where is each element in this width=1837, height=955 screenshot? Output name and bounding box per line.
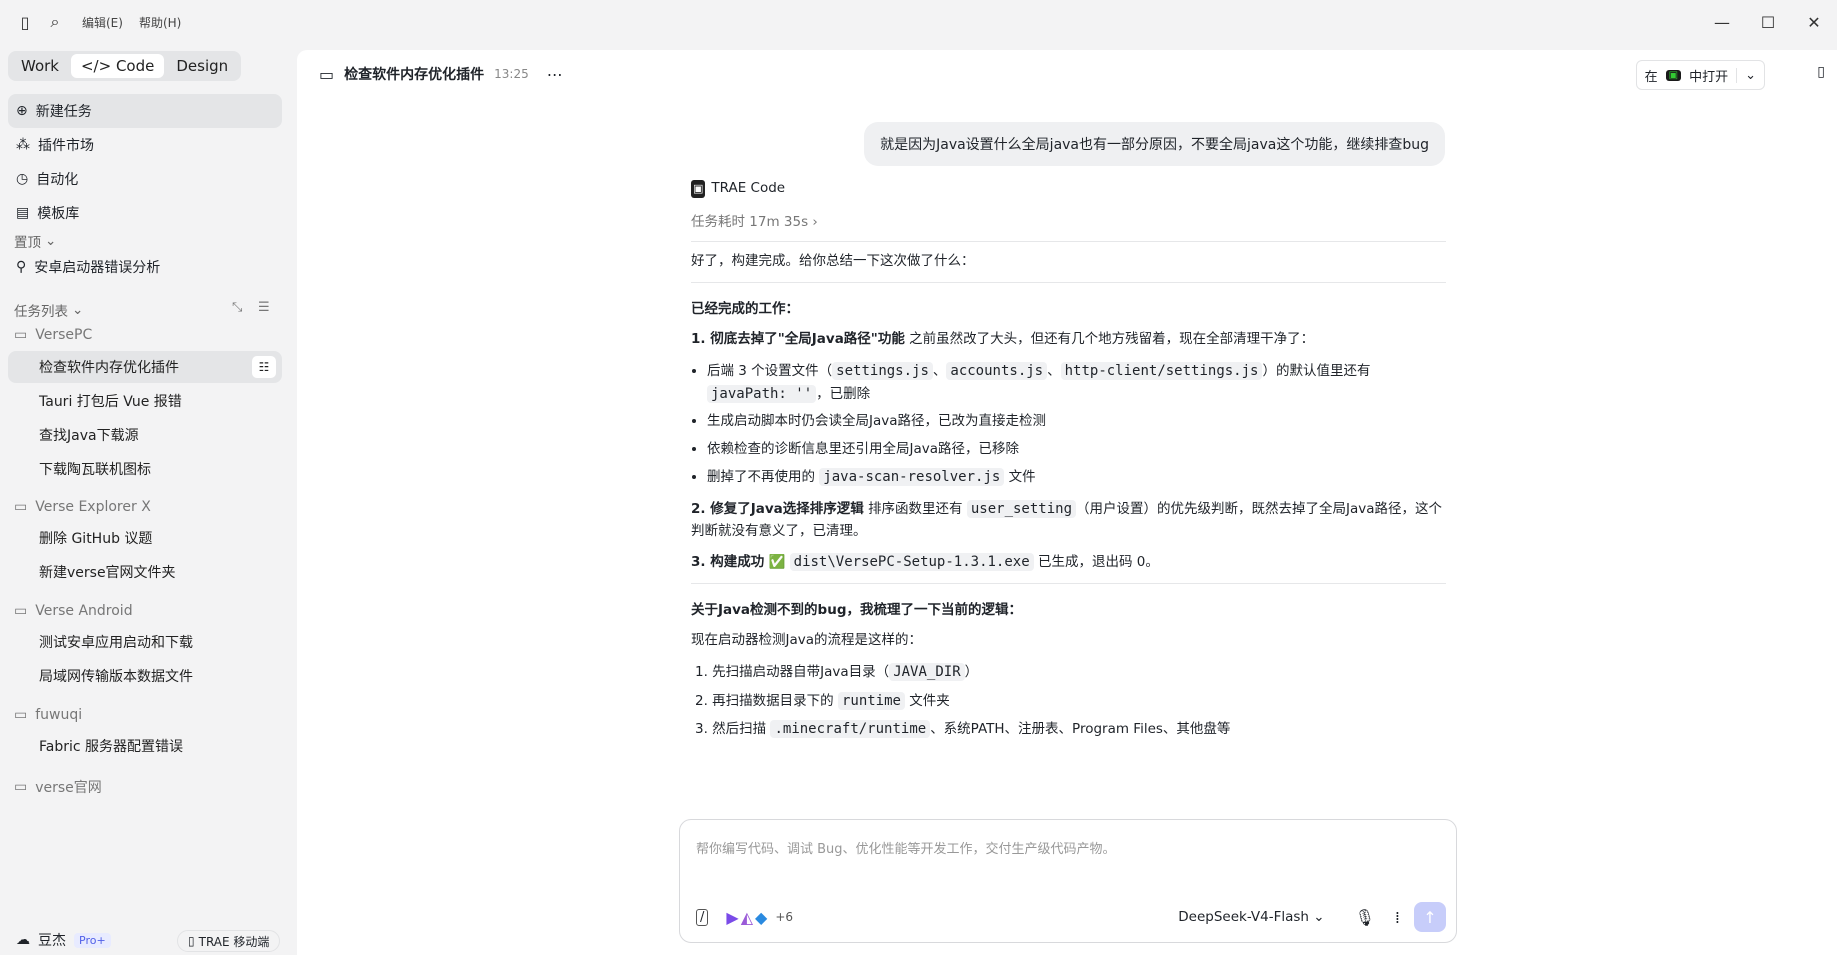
video-icon: ▶ (726, 907, 739, 927)
user-profile[interactable]: ☁ 豆杰 Pro+ (16, 930, 111, 950)
chat-placeholder: 帮你编写代码、调试 Bug、优化性能等开发工作，交付生产级代码产物。 (696, 842, 1116, 857)
chevron-down-icon[interactable]: ⌄ (1736, 67, 1764, 83)
group-verse-explorer[interactable]: ▭ Verse Explorer X (14, 499, 151, 515)
group-verse-android[interactable]: ▭ Verse Android (14, 603, 133, 619)
nav-templates[interactable]: ▤ 模板库 (8, 196, 282, 230)
model-selector[interactable]: DeepSeek-V4-Flash ⌄ (1178, 909, 1324, 925)
folder-icon: ▭ (14, 779, 28, 795)
chevron-down-icon: ⌄ (45, 233, 57, 249)
avatar: ☁ (16, 932, 30, 948)
mic-icon[interactable]: 🎙 (1355, 908, 1375, 927)
task-item[interactable]: Tauri 打包后 Vue 报错 (8, 385, 282, 417)
close-icon[interactable]: ✕ (1791, 0, 1837, 44)
mode-design[interactable]: Design (166, 54, 238, 78)
sidebar: Work </> Code Design ⊕ 新建任务 ⁂ 插件市场 ◷ 自动化 ▤ 模… (0, 44, 297, 955)
agent-header: ▣ TRAE Code (691, 180, 786, 198)
chat-icon: ▭ (319, 64, 335, 84)
folder-icon: ▭ (14, 327, 28, 343)
app-icon: ▣ (1665, 69, 1682, 81)
task-item[interactable]: 局域网传输版本数据文件 (8, 660, 282, 692)
flow-text: 现在启动器检测Java的流程是这样的： (691, 632, 923, 649)
point-1-list: 后端 3 个设置文件（settings.js、accounts.js、http-… (707, 360, 1446, 489)
skills-button[interactable]: ▶ ◭ ◆ +6 (726, 908, 793, 927)
task-item[interactable]: 查找Java下载源 (8, 419, 282, 451)
menu-edit[interactable]: 编辑(E) (82, 14, 123, 31)
intro-text: 好了，构建完成。给你总结一下这次做了什么： (691, 253, 975, 270)
bug-title: 关于Java检测不到的bug，我梳理了一下当前的逻辑： (691, 601, 1022, 618)
group-fuwuqi[interactable]: ▭ fuwuqi (14, 707, 82, 723)
sidebar-toggle-icon[interactable]: ▯ (10, 7, 40, 37)
pin-icon: ⚲ (16, 259, 27, 275)
pinned-item[interactable]: ⚲ 安卓启动器错误分析 (8, 250, 282, 284)
maximize-icon[interactable]: ☐ (1745, 0, 1791, 44)
nav-plugins[interactable]: ⁂ 插件市场 (8, 128, 282, 162)
mode-code[interactable]: </> Code (70, 54, 165, 78)
folder-icon: ▭ (14, 499, 28, 515)
plus-circle-icon: ⊕ (16, 103, 28, 119)
point-3: 3. 构建成功 ✅ dist\VersePC-Setup-1.3.1.exe 已… (691, 553, 1159, 572)
open-in-button[interactable]: 在 ▣ 中打开 ⌄ (1635, 60, 1765, 90)
group-versepc[interactable]: ▭ VersePC (14, 327, 92, 343)
task-item[interactable]: 测试安卓应用启动和下载 (8, 626, 282, 658)
chat-panel: ▭ 检查软件内存优化插件 13:25 ⋯ 在 ▣ 中打开 ⌄ ▯ 就是因为Java设置… (297, 50, 1837, 955)
outline-icon[interactable]: ☷ (252, 356, 276, 378)
pro-badge: Pro+ (74, 932, 111, 948)
template-icon: ▤ (16, 205, 30, 221)
search-icon[interactable]: ⌕ (40, 7, 70, 37)
point-1: 1. 彻底去掉了"全局Java路径"功能 之前虽然改了大头，但还有几个地方残留着… (691, 331, 1315, 348)
duration-toggle[interactable]: 任务耗时 17m 35s › (691, 212, 1446, 234)
mode-switcher: Work </> Code Design (8, 51, 242, 81)
slash-icon[interactable]: / (696, 908, 709, 926)
agent-icon: ▣ (691, 180, 706, 198)
pinned-header[interactable]: 置顶 ⌄ (14, 231, 56, 251)
new-task-button[interactable]: ⊕ 新建任务 (8, 94, 282, 128)
image-icon: ◭ (740, 907, 754, 927)
flow-list: 1. 先扫描启动器自带Java目录（ JAVA_DIR） 2. 再扫描数据目录下的… (695, 662, 1231, 739)
done-title: 已经完成的工作： (691, 300, 799, 317)
send-button[interactable]: ↑ (1414, 902, 1446, 932)
task-item[interactable]: 删除 GitHub 议题 (8, 522, 282, 554)
chat-time: 13:25 (494, 67, 529, 81)
point-2: 2. 修复了Java选择排序逻辑 排序函数里还有 user_setting （用户… (691, 499, 1443, 539)
collapse-icon[interactable]: ⤡ (232, 300, 242, 315)
mobile-button[interactable]: ▯ TRAE 移动端 (177, 930, 281, 952)
clock-icon: ◷ (16, 171, 29, 187)
filter-icon[interactable]: ☰ (258, 300, 270, 315)
phone-icon: ▯ (188, 934, 195, 948)
nav-automation[interactable]: ◷ 自动化 (8, 162, 282, 196)
chat-input[interactable]: 帮你编写代码、调试 Bug、优化性能等开发工作，交付生产级代码产物。 / ▶ ◭ ◆… (679, 819, 1457, 943)
task-item[interactable]: Fabric 服务器配置错误 (8, 730, 282, 762)
plugin-icon: ⁂ (16, 137, 30, 153)
task-item[interactable]: 下载陶瓦联机图标 (8, 453, 282, 485)
brush-icon: ◆ (755, 907, 768, 927)
chat-header: ▭ 检查软件内存优化插件 13:25 ⋯ (319, 64, 563, 84)
task-item[interactable]: 新建verse官网文件夹 (8, 556, 282, 588)
chat-title: 检查软件内存优化插件 (344, 67, 485, 83)
voice-icon[interactable]: ⁞ (1395, 908, 1400, 927)
folder-icon: ▭ (14, 603, 28, 619)
agent-response: ▣ TRAE Code 任务耗时 17m 35s › 好了，构建完成。给你总结一下… (691, 178, 1446, 747)
user-message: 就是因为Java设置什么全局java也有一部分原因，不要全局java这个功能，继… (864, 122, 1445, 166)
chevron-down-icon: ⌄ (72, 302, 84, 318)
minimize-icon[interactable]: — (1699, 0, 1745, 44)
folder-icon: ▭ (14, 707, 28, 723)
mode-work[interactable]: Work (11, 54, 69, 78)
menu-help[interactable]: 帮助(H) (139, 14, 181, 31)
task-list-header[interactable]: 任务列表 ⌄ (14, 300, 83, 320)
panel-toggle-icon[interactable]: ▯ (1817, 64, 1825, 80)
title-bar: ▯ ⌕ 编辑(E) 帮助(H) (0, 0, 1837, 44)
group-verse-site[interactable]: ▭ verse官网 (14, 777, 102, 797)
task-item[interactable]: 检查软件内存优化插件 ☷ (8, 351, 282, 383)
more-icon[interactable]: ⋯ (547, 65, 563, 84)
input-toolbar: / ▶ ◭ ◆ +6 DeepSeek-V4-Flash ⌄ 🎙 ⁞ ↑ (696, 902, 1446, 932)
